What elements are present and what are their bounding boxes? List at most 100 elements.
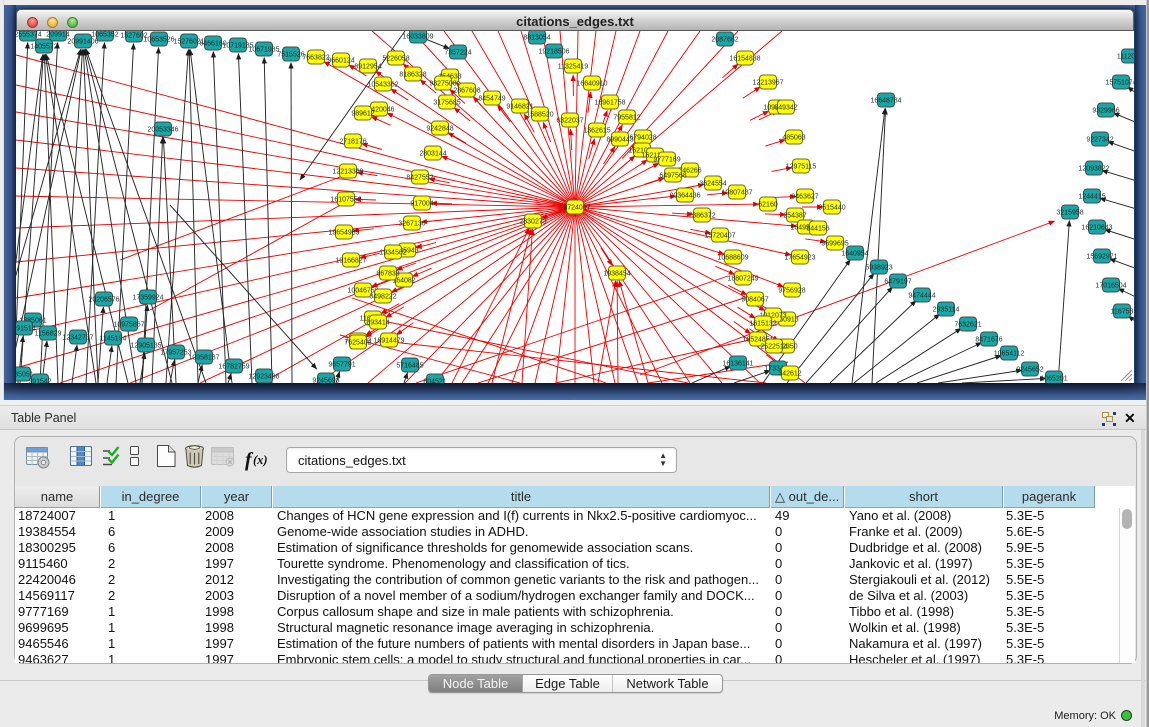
svg-text:7515526: 7515526 [277,51,304,58]
svg-text:9084067: 9084067 [741,296,768,303]
svg-text:10975867: 10975867 [113,321,144,328]
svg-text:20364436: 20364436 [669,192,700,199]
svg-text:844156: 844156 [806,225,829,232]
svg-text:342612: 342612 [778,370,801,377]
svg-text:16107552: 16107552 [330,196,361,203]
svg-text:6794028: 6794028 [629,134,656,141]
svg-text:8471676: 8471676 [975,336,1002,343]
svg-text:9463627: 9463627 [791,193,818,200]
svg-text:16640910: 16640910 [576,80,607,87]
svg-text:6479197: 6479197 [884,278,911,285]
svg-text:16136141: 16136141 [722,360,753,367]
svg-text:12093822: 12093822 [1078,165,1109,172]
svg-text:9777169: 9777169 [653,156,680,163]
svg-text:1145194: 1145194 [100,335,127,342]
svg-text:7357224: 7357224 [444,49,471,56]
svg-text:9660124: 9660124 [327,57,354,64]
svg-text:3175685: 3175685 [433,99,460,106]
svg-text:16210643: 16210643 [1081,224,1112,231]
svg-text:5226058: 5226058 [382,55,409,62]
svg-text:10958187: 10958187 [188,354,219,361]
svg-text:1065352: 1065352 [91,31,118,38]
svg-text:254387: 254387 [783,212,806,219]
svg-text:20206576: 20206576 [88,296,119,303]
svg-text:9657791: 9657791 [328,361,355,368]
svg-text:16782759: 16782759 [218,363,249,370]
svg-text:15720407: 15720407 [704,232,735,239]
svg-text:2803144: 2803144 [419,150,446,157]
svg-text:3267130: 3267130 [398,220,425,227]
svg-text:391542: 391542 [28,378,51,383]
svg-text:1244415: 1244415 [1078,193,1105,200]
svg-text:917004: 917004 [410,200,433,207]
svg-text:7625402: 7625402 [344,339,371,346]
svg-text:2935114: 2935114 [933,306,960,313]
svg-text:867833: 867833 [376,270,399,277]
svg-text:5938923: 5938923 [865,264,892,271]
svg-text:12923488: 12923488 [248,373,279,380]
svg-text:10543362: 10543362 [367,81,398,88]
svg-text:8427552: 8427552 [406,174,433,181]
svg-text:16648784: 16648784 [870,97,901,104]
svg-text:62160: 62160 [758,201,778,208]
svg-text:17359924: 17359924 [132,294,163,301]
svg-text:8186328: 8186328 [399,71,426,78]
svg-text:116753: 116753 [1111,308,1134,315]
svg-text:1588520: 1588520 [526,111,553,118]
svg-text:1065201: 1065201 [1040,375,1067,382]
svg-text:12975115: 12975115 [786,163,817,170]
svg-text:1615132: 1615132 [749,320,776,327]
svg-text:17016504: 17016504 [1095,282,1126,289]
svg-text:9474444: 9474444 [908,292,935,299]
svg-text:16961758: 16961758 [594,99,625,106]
svg-text:19166827: 19166827 [335,257,366,264]
svg-text:12213967: 12213967 [752,79,783,86]
svg-text:2718176: 2718176 [339,138,366,145]
svg-text:8912954: 8912954 [354,63,381,70]
svg-text:11325419: 11325419 [558,63,589,70]
svg-text:9245652: 9245652 [1016,366,1043,373]
svg-text:1640954: 1640954 [841,250,868,257]
svg-text:7663822: 7663822 [302,54,329,61]
svg-text:485063: 485063 [782,134,805,141]
svg-text:10654112: 10654112 [994,350,1025,357]
svg-text:18724007: 18724007 [559,204,590,211]
svg-text:6497568: 6497568 [659,172,686,179]
svg-text:16154838: 16154838 [729,55,760,62]
svg-text:6322037: 6322037 [556,117,583,124]
svg-text:18807249: 18807249 [727,275,758,282]
svg-text:2087682: 2087682 [711,36,738,43]
svg-text:849342: 849342 [774,104,797,111]
svg-text:12342737: 12342737 [62,334,93,341]
svg-text:9699695: 9699695 [821,240,848,247]
svg-text:15751074: 15751074 [1105,79,1134,86]
svg-text:19218506: 19218506 [538,48,569,55]
svg-text:209914: 209914 [46,31,69,38]
svg-text:9227342: 9227342 [1086,136,1113,143]
svg-text:8454749: 8454749 [478,95,505,102]
svg-text:2555374: 2555374 [16,31,42,38]
svg-text:9756928: 9756928 [778,287,805,294]
svg-text:2522514: 2522514 [760,343,787,350]
svg-text:9245693: 9245693 [312,377,339,383]
svg-text:1112045: 1112045 [1117,53,1134,60]
svg-text:1938454: 1938454 [603,270,630,277]
svg-text:7632621: 7632621 [954,321,981,328]
svg-text:17957253: 17957253 [160,349,191,356]
svg-text:9329966: 9329966 [1092,107,1119,114]
svg-text:9327508: 9327508 [429,80,456,87]
svg-text:10671985: 10671985 [248,46,279,53]
svg-text:2830273: 2830273 [519,218,546,225]
svg-text:2867608: 2867608 [453,87,480,94]
svg-text:1934562: 1934562 [379,249,406,256]
svg-text:12905135: 12905135 [130,342,161,349]
svg-text:20991406: 20991406 [67,38,98,45]
svg-text:16914479: 16914479 [373,337,404,344]
svg-text:7955812: 7955812 [613,114,640,121]
svg-text:989612: 989612 [351,110,374,117]
svg-text:9242848: 9242848 [426,125,453,132]
svg-text:1362615: 1362615 [583,127,610,134]
svg-text:12213369: 12213369 [332,168,363,175]
svg-text:391514: 391514 [16,325,36,332]
svg-text:10807487: 10807487 [721,189,752,196]
